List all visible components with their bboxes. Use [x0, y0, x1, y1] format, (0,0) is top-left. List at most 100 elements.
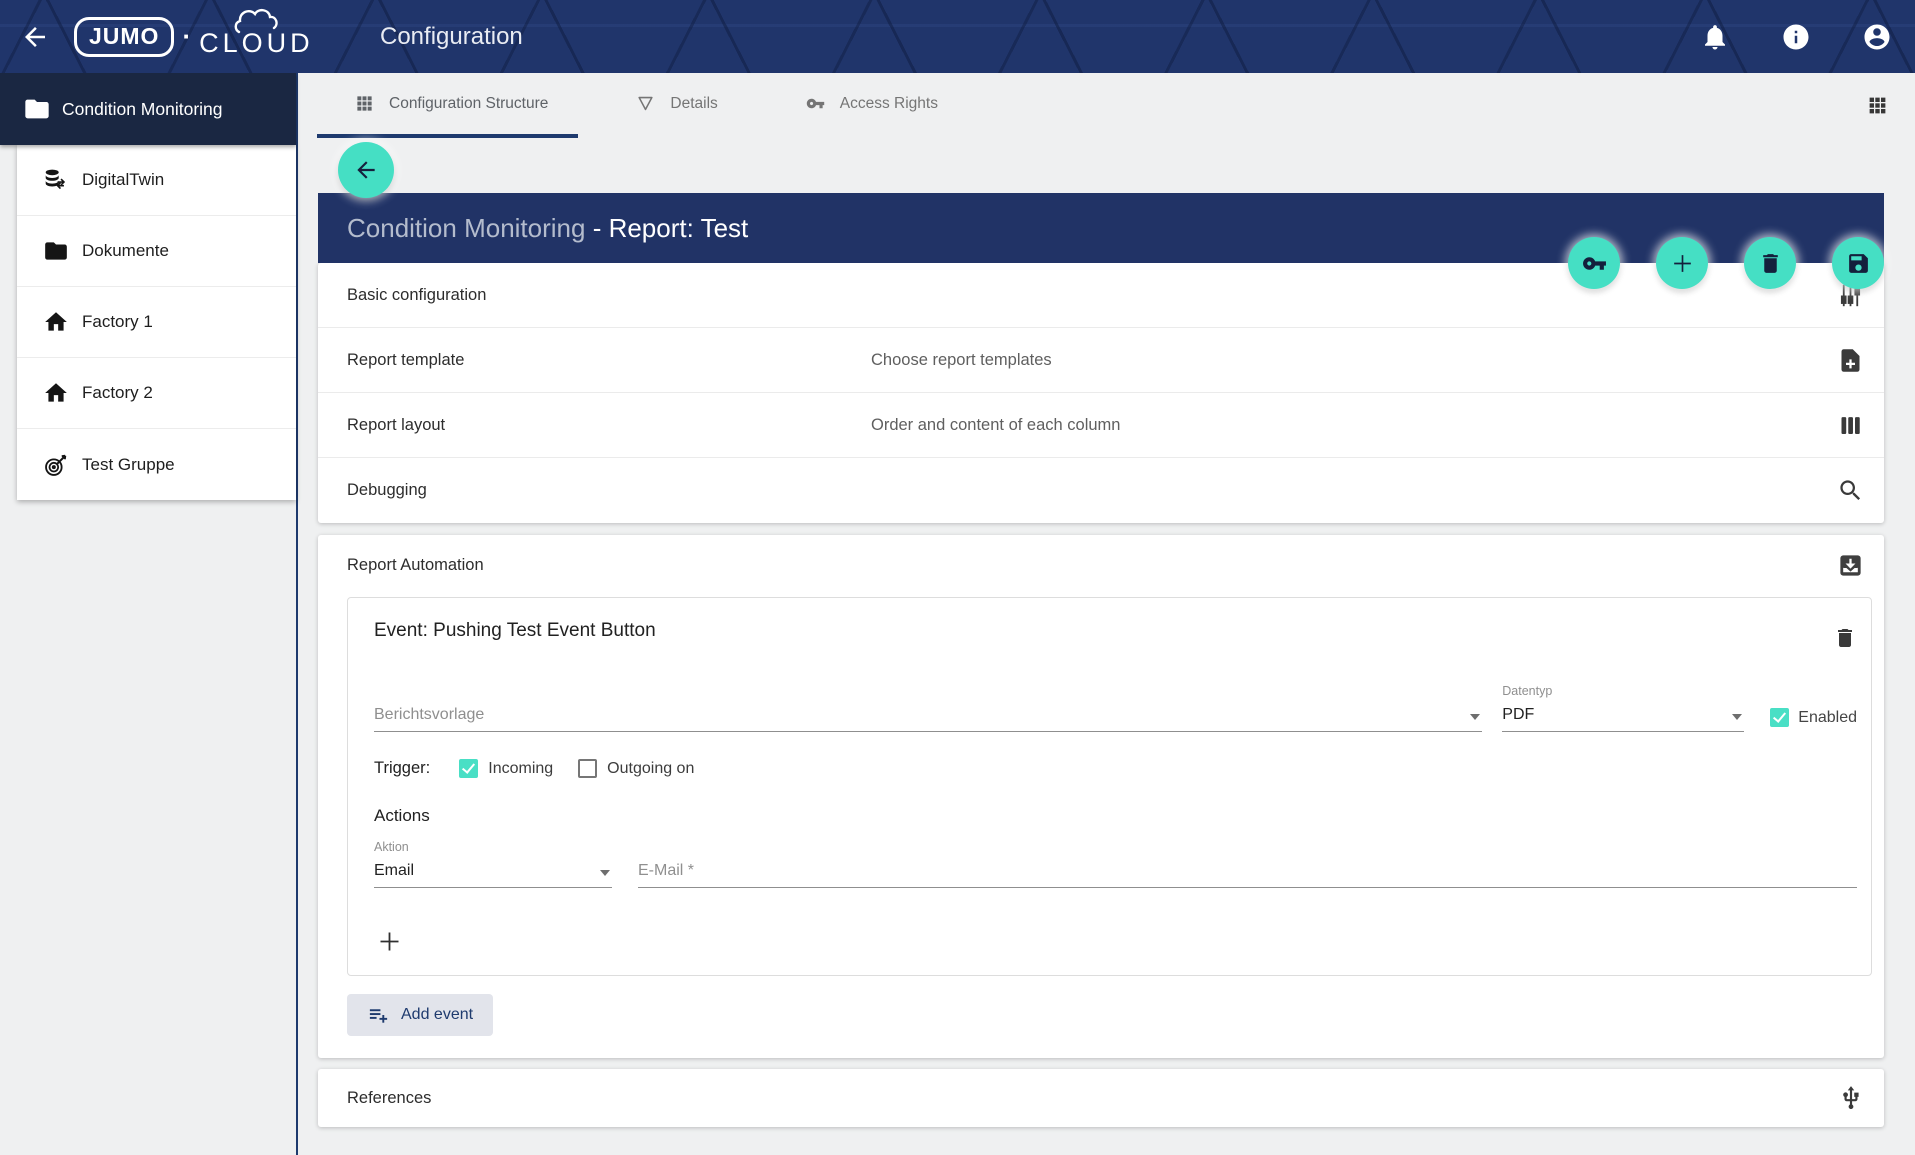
delete-event-icon[interactable] [1833, 626, 1857, 650]
title-panel: Condition Monitoring - Report: Test [318, 193, 1884, 263]
datatype-block: Datentyp PDF [1502, 684, 1744, 732]
filter-icon [636, 94, 655, 113]
report-template-select[interactable]: Berichtsvorlage [374, 706, 1482, 732]
trigger-label: Trigger: [374, 759, 430, 778]
panel-fab-row [1568, 237, 1884, 289]
panel-title: Condition Monitoring - Report: Test [318, 213, 748, 244]
sidebar-item-digitaltwin[interactable]: DigitalTwin [17, 145, 296, 216]
report-automation-card: Report Automation Event: Pushing Test Ev… [318, 535, 1884, 1058]
enabled-option: Enabled [1770, 708, 1857, 732]
grid-icon [355, 94, 374, 113]
actions-title: Actions [374, 806, 1857, 826]
datatype-label: Datentyp [1502, 684, 1744, 698]
info-icon[interactable] [1781, 22, 1811, 52]
input-placeholder: E-Mail * [638, 862, 1857, 880]
action-label: Aktion [374, 840, 1857, 854]
cloud-icon [205, 6, 317, 36]
playlist-add-icon [367, 1004, 390, 1027]
sidebar-item-label: Factory 2 [82, 383, 153, 403]
row-debugging[interactable]: Debugging [318, 458, 1884, 523]
columns-icon[interactable] [1837, 412, 1864, 439]
event-title: Event: Pushing Test Event Button [374, 620, 1833, 642]
sidebar-item-label: Test Gruppe [82, 455, 175, 475]
sidebar-item-label: Factory 1 [82, 312, 153, 332]
outgoing-checkbox[interactable] [578, 759, 597, 778]
add-button[interactable] [1656, 237, 1708, 289]
select-value: Berichtsvorlage [374, 706, 1462, 724]
save-icon [1846, 251, 1871, 276]
row-references[interactable]: References [318, 1069, 1884, 1127]
access-key-button[interactable] [1568, 237, 1620, 289]
enabled-label: Enabled [1798, 709, 1857, 727]
configuration-card: Basic configuration Report template Choo… [318, 263, 1884, 523]
row-description: Choose report templates [871, 351, 1837, 370]
chevron-down-icon [600, 870, 610, 876]
sidebar-list: DigitalTwin Dokumente Factory 1 Factory … [17, 145, 296, 500]
action-row: Email E-Mail * [374, 862, 1857, 888]
notifications-bell-icon[interactable] [1700, 22, 1730, 52]
search-icon[interactable] [1837, 477, 1864, 504]
enabled-checkbox[interactable] [1770, 708, 1789, 727]
note-add-icon[interactable] [1837, 347, 1864, 374]
back-arrow-icon[interactable] [20, 22, 50, 52]
references-card: References [318, 1069, 1884, 1127]
row-label: Basic configuration [347, 286, 871, 305]
app-bar-actions [1700, 0, 1892, 73]
add-event-button[interactable]: Add event [347, 994, 493, 1036]
chevron-down-icon [1470, 714, 1480, 720]
add-event-label: Add event [401, 1006, 473, 1024]
jumo-cloud-logo: JUMO · CLOUD [74, 8, 314, 66]
incoming-label: Incoming [488, 760, 553, 778]
row-label: Debugging [347, 481, 871, 500]
row-label: Report layout [347, 416, 871, 435]
event-card: Event: Pushing Test Event Button Bericht… [347, 597, 1872, 976]
brand-separator: · [182, 21, 191, 52]
plus-icon [1670, 251, 1695, 276]
home-icon [43, 309, 69, 335]
row-report-template[interactable]: Report template Choose report templates [318, 328, 1884, 393]
tab-bar: Configuration Structure Details Access R… [300, 73, 1915, 138]
apps-grid-icon[interactable] [1867, 95, 1888, 116]
row-report-layout[interactable]: Report layout Order and content of each … [318, 393, 1884, 458]
delete-button[interactable] [1744, 237, 1796, 289]
report-automation-header: Report Automation [318, 535, 1884, 595]
sidebar-item-label: Dokumente [82, 241, 169, 261]
row-label: References [347, 1089, 1838, 1108]
tab-details[interactable]: Details [598, 73, 747, 138]
sidebar-item-factory-1[interactable]: Factory 1 [17, 287, 296, 358]
page-title: Configuration [380, 23, 523, 51]
panel-title-prefix: Condition Monitoring [347, 213, 585, 243]
incoming-checkbox[interactable] [459, 759, 478, 778]
sidebar-item-dokumente[interactable]: Dokumente [17, 216, 296, 287]
tab-label: Details [670, 95, 717, 113]
action-select[interactable]: Email [374, 862, 612, 888]
key-icon [1582, 251, 1607, 276]
incoming-option: Incoming [459, 759, 553, 778]
sidebar-item-condition-monitoring[interactable]: Condition Monitoring [0, 73, 296, 145]
sidebar-item-label: DigitalTwin [82, 170, 164, 190]
event-config-row: Berichtsvorlage Datentyp PDF Enabled [374, 684, 1857, 732]
datatype-select[interactable]: PDF [1502, 706, 1744, 732]
email-input[interactable]: E-Mail * [638, 862, 1857, 888]
tab-label: Configuration Structure [389, 95, 548, 113]
tab-label: Access Rights [840, 95, 938, 113]
folder-icon [43, 238, 69, 264]
delete-icon [1758, 251, 1783, 276]
row-label: Report template [347, 351, 871, 370]
select-value: Email [374, 862, 592, 880]
add-action-button[interactable] [376, 928, 403, 955]
tab-access-rights[interactable]: Access Rights [768, 73, 968, 138]
target-icon [43, 452, 69, 478]
save-button[interactable] [1832, 237, 1884, 289]
folder-icon [23, 95, 51, 123]
import-icon[interactable] [1837, 552, 1864, 579]
usb-icon[interactable] [1838, 1085, 1864, 1111]
cloud-logo: CLOUD [199, 8, 314, 66]
sidebar-item-test-gruppe[interactable]: Test Gruppe [17, 429, 296, 500]
back-arrow-icon [353, 157, 379, 183]
tab-configuration-structure[interactable]: Configuration Structure [317, 73, 578, 138]
home-icon [43, 380, 69, 406]
sidebar-item-factory-2[interactable]: Factory 2 [17, 358, 296, 429]
account-icon[interactable] [1862, 22, 1892, 52]
back-fab-button[interactable] [338, 142, 394, 198]
